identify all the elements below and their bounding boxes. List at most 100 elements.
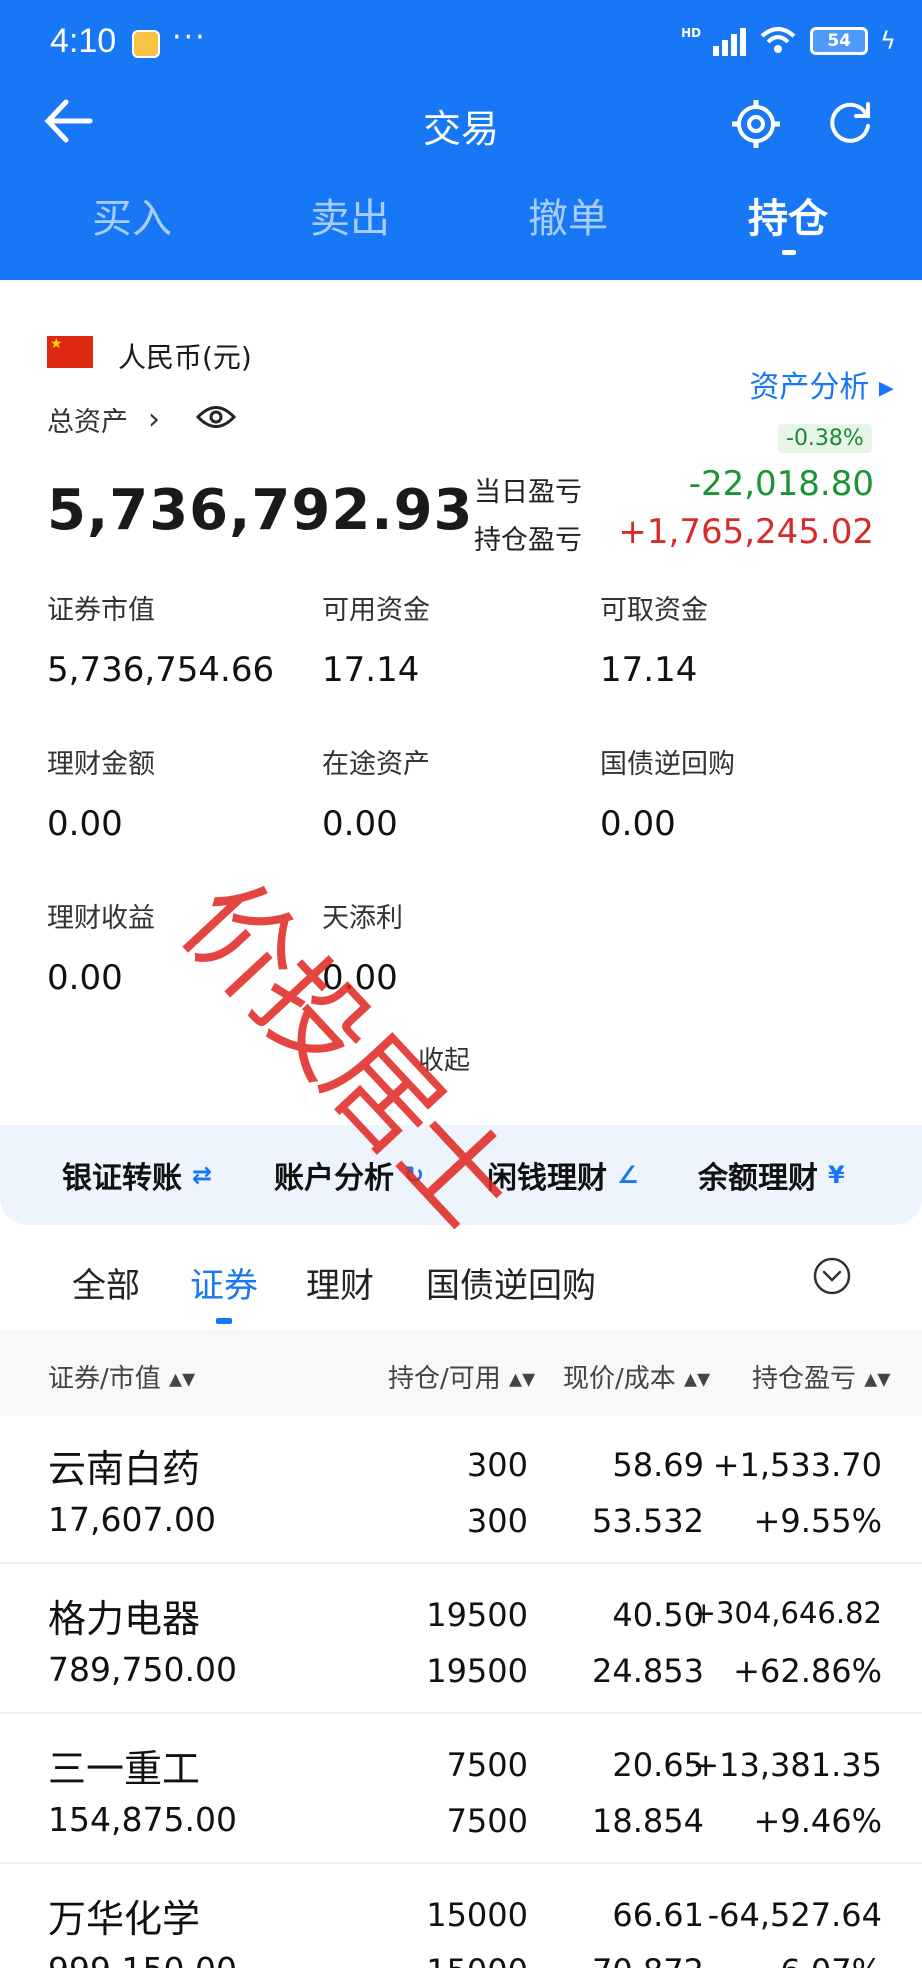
account-analysis-label: 账户分析 bbox=[274, 1161, 394, 1196]
filter-tab-indicator bbox=[216, 1318, 232, 1324]
yuan-icon: ¥ bbox=[828, 1161, 845, 1189]
stock-pl: +13,381.35 bbox=[692, 1746, 882, 1784]
refresh-icon[interactable] bbox=[822, 96, 878, 152]
stock-cost: 70.872 bbox=[592, 1952, 704, 1968]
stock-available: 7500 bbox=[446, 1802, 528, 1840]
col-price-cost[interactable]: 现价/成本 ▴▾ bbox=[563, 1358, 710, 1395]
status-time: 4:10 bbox=[50, 22, 117, 60]
stock-available: 300 bbox=[466, 1502, 528, 1540]
stock-price: 20.65 bbox=[612, 1746, 704, 1784]
position-pl-value: +1,765,245.02 bbox=[618, 512, 874, 552]
asset-analysis-link[interactable]: 资产分析 ▸ bbox=[749, 362, 894, 406]
stock-position: 7500 bbox=[446, 1746, 528, 1784]
stock-pl: -64,527.64 bbox=[707, 1896, 882, 1934]
tab-cancel[interactable]: 撤单 bbox=[488, 186, 648, 244]
currency-label: 人民币(元) bbox=[118, 341, 252, 374]
tab-sell[interactable]: 卖出 bbox=[270, 186, 430, 244]
idle-money-link[interactable]: 闲钱理财 ∠ bbox=[487, 1153, 639, 1197]
daily-pl-label: 当日盈亏 bbox=[474, 477, 582, 508]
in-transit-assets-value: 0.00 bbox=[322, 804, 398, 844]
stock-available: 15000 bbox=[426, 1952, 528, 1968]
tab-buy[interactable]: 买入 bbox=[52, 186, 212, 244]
available-funds-value: 17.14 bbox=[322, 650, 420, 690]
filter-tab-reverse-repo[interactable]: 国债逆回购 bbox=[426, 1258, 596, 1307]
reverse-repo-value: 0.00 bbox=[600, 804, 676, 844]
stock-cost: 53.532 bbox=[592, 1502, 704, 1540]
wealth-income-label: 理财收益 bbox=[47, 903, 155, 934]
tiantianli-value: 0.00 bbox=[322, 958, 398, 998]
expand-dropdown-icon[interactable] bbox=[812, 1256, 852, 1296]
holding-row[interactable]: 云南白药 17,607.00 300 300 58.69 53.532 +1,5… bbox=[0, 1416, 922, 1564]
holding-row[interactable]: 万华化学 999,150.00 15000 15000 66.61 70.872… bbox=[0, 1866, 922, 1968]
quick-links-bar: 银证转账 ⇄ 账户分析 ↻ 闲钱理财 ∠ 余额理财 ¥ bbox=[0, 1125, 922, 1225]
stock-name: 格力电器 bbox=[48, 1597, 201, 1641]
eye-icon[interactable] bbox=[196, 404, 236, 430]
stock-name: 万华化学 bbox=[48, 1897, 201, 1941]
stock-pl-pct: -6.07% bbox=[769, 1952, 882, 1968]
reverse-repo-label: 国债逆回购 bbox=[600, 749, 735, 780]
balance-wealth-link[interactable]: 余额理财 ¥ bbox=[698, 1153, 845, 1197]
app-header: 4:10 ··· HD 54 ϟ 交易 买入 卖出 撤单 持仓 bbox=[0, 0, 922, 280]
stock-pl: +304,646.82 bbox=[691, 1596, 882, 1630]
stock-price: 40.50 bbox=[612, 1596, 704, 1634]
in-transit-assets-label: 在途资产 bbox=[322, 749, 430, 780]
filter-tab-wealth[interactable]: 理财 bbox=[306, 1258, 374, 1307]
stock-available: 19500 bbox=[426, 1652, 528, 1690]
filter-tab-all[interactable]: 全部 bbox=[72, 1258, 140, 1307]
network-type: HD bbox=[681, 26, 702, 40]
chevron-right-icon[interactable]: › bbox=[148, 402, 160, 437]
available-funds-label: 可用资金 bbox=[322, 595, 430, 626]
stock-price: 66.61 bbox=[612, 1896, 704, 1934]
balance-wealth-label: 余额理财 bbox=[698, 1161, 818, 1196]
withdrawable-funds-label: 可取资金 bbox=[600, 595, 708, 626]
wealth-income-value: 0.00 bbox=[47, 958, 123, 998]
holdings-table-header: 证券/市值 ▴▾ 持仓/可用 ▴▾ 现价/成本 ▴▾ 持仓盈亏 ▴▾ bbox=[0, 1330, 922, 1416]
stock-market-value: 17,607.00 bbox=[48, 1500, 216, 1539]
total-assets-value: 5,736,792.93 bbox=[47, 478, 474, 543]
daily-change-badge: -0.38% bbox=[778, 424, 872, 453]
daily-pl-value: -22,018.80 bbox=[688, 464, 874, 504]
stock-market-value: 154,875.00 bbox=[48, 1800, 237, 1839]
securities-value-label: 证券市值 bbox=[47, 595, 155, 626]
col-security-value[interactable]: 证券/市值 ▴▾ bbox=[48, 1358, 195, 1395]
bank-transfer-link[interactable]: 银证转账 ⇄ bbox=[62, 1153, 212, 1197]
col-position-pl[interactable]: 持仓盈亏 ▴▾ bbox=[752, 1358, 890, 1395]
collapse-button[interactable]: 收起 bbox=[418, 1040, 470, 1077]
holding-row[interactable]: 三一重工 154,875.00 7500 7500 20.65 18.854 +… bbox=[0, 1716, 922, 1864]
settings-gear-icon[interactable] bbox=[728, 96, 784, 152]
more-notifications-icon: ··· bbox=[172, 20, 207, 55]
holding-row[interactable]: 格力电器 789,750.00 19500 19500 40.50 24.853… bbox=[0, 1566, 922, 1714]
stock-name: 云南白药 bbox=[48, 1447, 201, 1491]
stock-price: 58.69 bbox=[612, 1446, 704, 1484]
stock-cost: 24.853 bbox=[592, 1652, 704, 1690]
filter-tab-securities[interactable]: 证券 bbox=[190, 1258, 258, 1307]
stock-position: 19500 bbox=[426, 1596, 528, 1634]
trend-icon: ∠ bbox=[617, 1161, 639, 1189]
stock-cost: 18.854 bbox=[592, 1802, 704, 1840]
status-icons: HD 54 ϟ bbox=[681, 26, 896, 56]
col-position-available[interactable]: 持仓/可用 ▴▾ bbox=[388, 1358, 535, 1395]
wealth-amount-label: 理财金额 bbox=[47, 749, 155, 780]
stock-market-value: 789,750.00 bbox=[48, 1650, 237, 1689]
tab-holdings[interactable]: 持仓 bbox=[708, 186, 868, 244]
signal-icon bbox=[713, 26, 747, 56]
idle-money-label: 闲钱理财 bbox=[487, 1161, 607, 1196]
active-tab-indicator bbox=[782, 250, 796, 255]
battery-level: 54 bbox=[827, 31, 851, 51]
position-pl-label: 持仓盈亏 bbox=[474, 525, 582, 556]
charging-icon: ϟ bbox=[880, 27, 896, 55]
tiantianli-label: 天添利 bbox=[322, 903, 403, 934]
notification-app-icon bbox=[132, 30, 160, 58]
wealth-amount-value: 0.00 bbox=[47, 804, 123, 844]
stock-pl-pct: +9.46% bbox=[753, 1802, 882, 1840]
total-assets-label[interactable]: 总资产 bbox=[47, 400, 128, 439]
securities-value: 5,736,754.66 bbox=[47, 650, 275, 690]
account-analysis-link[interactable]: 账户分析 ↻ bbox=[274, 1153, 424, 1197]
china-flag-icon bbox=[47, 336, 93, 368]
status-bar: 4:10 ··· HD 54 ϟ bbox=[0, 0, 922, 90]
stock-pl-pct: +62.86% bbox=[733, 1652, 882, 1690]
wifi-icon bbox=[760, 27, 796, 53]
stock-market-value: 999,150.00 bbox=[48, 1950, 237, 1968]
trade-tabs: 买入 卖出 撤单 持仓 bbox=[0, 186, 922, 256]
stock-pl-pct: +9.55% bbox=[753, 1502, 882, 1540]
